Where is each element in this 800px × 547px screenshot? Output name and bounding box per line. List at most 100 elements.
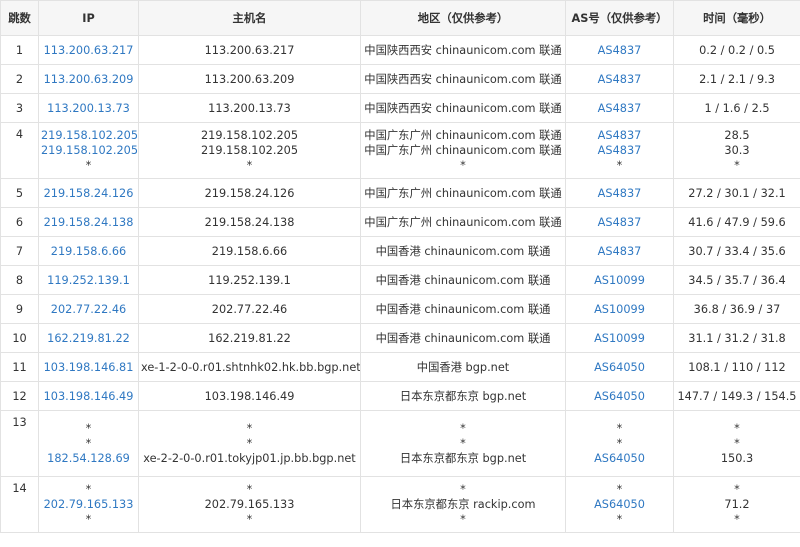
- region: 日本东京都东京 rackip.com: [390, 498, 536, 511]
- hostname: xe-2-2-0-0.r01.tokyjp01.jp.bb.bgp.net: [143, 452, 356, 465]
- hostname: 202.77.22.46: [211, 302, 288, 316]
- as-number-cell: AS4837: [565, 64, 674, 94]
- hostname-cell: 103.198.146.49: [138, 381, 361, 411]
- as-number[interactable]: AS4837: [568, 128, 671, 143]
- ip-address[interactable]: 219.158.24.138: [41, 215, 136, 230]
- latency-ms: 30.7 / 33.4 / 35.6: [688, 244, 786, 258]
- ip-address[interactable]: 219.158.102.205: [41, 143, 138, 158]
- as-number-cell: AS10099: [565, 294, 674, 324]
- hostname-cell: 219.158.6.66: [138, 236, 361, 266]
- hostname: 119.252.139.1: [208, 273, 291, 287]
- as-number: *: [616, 422, 623, 435]
- as-number[interactable]: AS4837: [568, 186, 671, 201]
- table-row: 7 219.158.6.66 219.158.6.66 中国香港 chinaunico…: [0, 236, 800, 266]
- table-row: 6 219.158.24.138 219.158.24.138 中国广东广州 chin…: [0, 207, 800, 237]
- as-number[interactable]: AS64050: [568, 497, 671, 512]
- ip-address-cell: 162.219.81.22: [38, 323, 139, 353]
- as-number-cell: AS64050: [565, 381, 674, 411]
- table-row: 9 202.77.22.46 202.77.22.46 中国香港 chinaunico…: [0, 294, 800, 324]
- latency-ms: *: [734, 437, 740, 450]
- as-number-cell: * AS64050 *: [565, 476, 674, 533]
- latency-ms-cell: 36.8 / 36.9 / 37: [673, 294, 800, 324]
- latency-ms-cell: 31.1 / 31.2 / 31.8: [673, 323, 800, 353]
- ip-address[interactable]: 202.79.165.133: [41, 497, 136, 512]
- latency-ms: 31.1 / 31.2 / 31.8: [688, 331, 786, 345]
- as-number-cell: AS10099: [565, 265, 674, 295]
- as-number[interactable]: AS4837: [568, 72, 671, 87]
- ip-address[interactable]: 113.200.63.217: [41, 43, 136, 58]
- region: 中国香港 chinaunicom.com 联通: [375, 331, 551, 345]
- hostname-cell: 113.200.63.209: [138, 64, 361, 94]
- ip-address-cell: 113.200.63.209: [38, 64, 139, 94]
- latency-ms: 71.2: [724, 498, 750, 511]
- hostname-cell: 202.77.22.46: [138, 294, 361, 324]
- ip-address[interactable]: 113.200.13.73: [41, 101, 136, 116]
- latency-ms: 41.6 / 47.9 / 59.6: [688, 215, 786, 229]
- ip-address[interactable]: 113.200.63.209: [41, 72, 136, 87]
- as-number[interactable]: AS4837: [568, 101, 671, 116]
- hostname-cell: 219.158.102.205 219.158.102.205 *: [138, 122, 361, 179]
- ip-address[interactable]: 202.77.22.46: [41, 302, 136, 317]
- region-cell: 中国陕西西安 chinaunicom.com 联通: [360, 93, 566, 123]
- hostname-cell: 119.252.139.1: [138, 265, 361, 295]
- region: 中国广东广州 chinaunicom.com 联通: [364, 215, 562, 229]
- table-row: 14 * 202.79.165.133 * * 202.79.165.133 * * 日本东京都…: [0, 476, 800, 533]
- as-number[interactable]: AS64050: [568, 451, 671, 466]
- region: 中国陕西西安 chinaunicom.com 联通: [364, 101, 562, 115]
- latency-ms: 34.5 / 35.7 / 36.4: [688, 273, 786, 287]
- ip-address: *: [85, 483, 92, 496]
- hostname-cell: * * xe-2-2-0-0.r01.tokyjp01.jp.bb.bgp.net: [138, 410, 361, 477]
- latency-ms-cell: 27.2 / 30.1 / 32.1: [673, 178, 800, 208]
- ip-address[interactable]: 103.198.146.81: [41, 360, 136, 375]
- hostname: 219.158.102.205: [200, 129, 299, 142]
- latency-ms: 147.7 / 149.3 / 154.5: [677, 389, 797, 403]
- ip-address[interactable]: 103.198.146.49: [41, 389, 136, 404]
- hop-number: 14: [0, 476, 39, 533]
- column-header-region: 地区（仅供参考）: [360, 0, 566, 36]
- region-cell: 中国广东广州 chinaunicom.com 联通 中国广东广州 chinauni…: [360, 122, 566, 179]
- ip-address[interactable]: 219.158.24.126: [41, 186, 136, 201]
- ip-address[interactable]: 219.158.6.66: [41, 244, 136, 259]
- region: *: [460, 483, 466, 496]
- region-cell: * 日本东京都东京 rackip.com *: [360, 476, 566, 533]
- as-number[interactable]: AS10099: [568, 331, 671, 346]
- ip-address-cell: 103.198.146.49: [38, 381, 139, 411]
- ip-address[interactable]: 219.158.102.205: [41, 128, 138, 143]
- hostname: *: [246, 437, 253, 450]
- as-number[interactable]: AS4837: [568, 143, 671, 158]
- ip-address[interactable]: 182.54.128.69: [41, 451, 136, 466]
- ip-address-cell: 113.200.63.217: [38, 35, 139, 65]
- region: 中国香港 chinaunicom.com 联通: [375, 302, 551, 316]
- latency-ms: 36.8 / 36.9 / 37: [693, 302, 781, 316]
- as-number[interactable]: AS4837: [568, 43, 671, 58]
- as-number[interactable]: AS64050: [568, 389, 671, 404]
- region-cell: 中国香港 chinaunicom.com 联通: [360, 265, 566, 295]
- as-number[interactable]: AS64050: [568, 360, 671, 375]
- hop-number: 8: [0, 265, 39, 295]
- table-row: 8 119.252.139.1 119.252.139.1 中国香港 chinauni…: [0, 265, 800, 295]
- latency-ms-cell: 108.1 / 110 / 112: [673, 352, 800, 382]
- hop-number: 5: [0, 178, 39, 208]
- ip-address-cell: 219.158.24.138: [38, 207, 139, 237]
- as-number-cell: AS10099: [565, 323, 674, 353]
- latency-ms: 2.1 / 2.1 / 9.3: [699, 72, 775, 86]
- ip-address[interactable]: 119.252.139.1: [41, 273, 136, 288]
- table-row: 3 113.200.13.73 113.200.13.73 中国陕西西安 chinau…: [0, 93, 800, 123]
- as-number-cell: AS4837 AS4837 *: [565, 122, 674, 179]
- ip-address-cell: 219.158.102.205 219.158.102.205 *: [38, 122, 139, 179]
- hop-number: 13: [0, 410, 39, 477]
- latency-ms: *: [734, 422, 740, 435]
- ip-address-cell: 219.158.6.66: [38, 236, 139, 266]
- as-number: *: [616, 483, 623, 496]
- region: *: [460, 422, 466, 435]
- as-number[interactable]: AS4837: [568, 244, 671, 259]
- hop-number: 7: [0, 236, 39, 266]
- as-number[interactable]: AS10099: [568, 273, 671, 288]
- latency-ms-cell: 1 / 1.6 / 2.5: [673, 93, 800, 123]
- as-number[interactable]: AS4837: [568, 215, 671, 230]
- as-number[interactable]: AS10099: [568, 302, 671, 317]
- hop-number: 11: [0, 352, 39, 382]
- region-cell: 中国香港 chinaunicom.com 联通: [360, 294, 566, 324]
- ip-address[interactable]: 162.219.81.22: [41, 331, 136, 346]
- as-number-cell: AS64050: [565, 352, 674, 382]
